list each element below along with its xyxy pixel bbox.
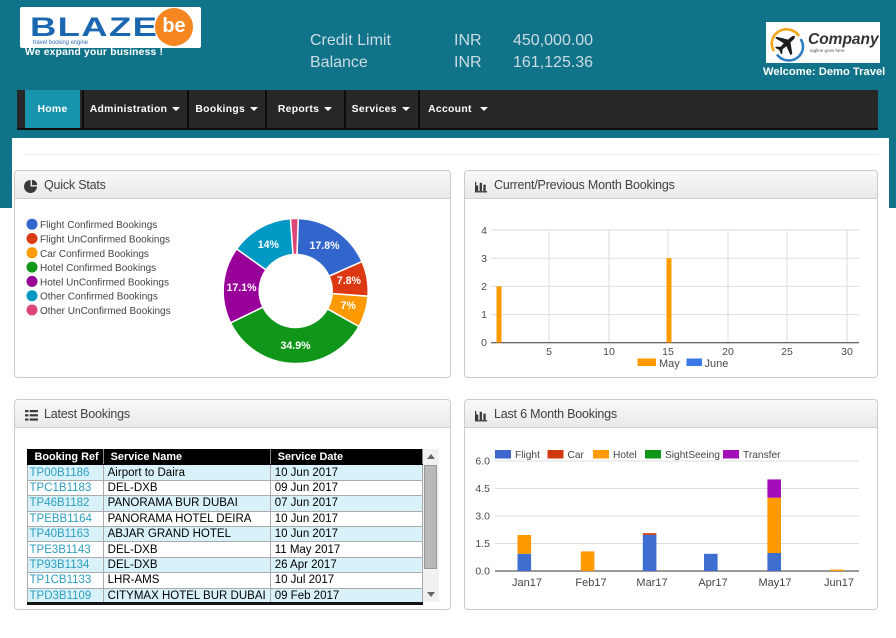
svg-text:Other Confirmed Bookings: Other Confirmed Bookings <box>40 292 158 303</box>
svg-text:20: 20 <box>722 346 734 358</box>
svg-text:1: 1 <box>481 309 487 321</box>
svg-text:0.0: 0.0 <box>475 566 490 578</box>
svg-text:Company: Company <box>808 31 880 48</box>
svg-text:tagline goes here: tagline goes here <box>810 48 845 53</box>
svg-text:17.8%: 17.8% <box>309 240 340 252</box>
svg-text:Flight UnConfirmed Bookings: Flight UnConfirmed Bookings <box>40 235 170 246</box>
svg-text:Hotel UnConfirmed Bookings: Hotel UnConfirmed Bookings <box>40 277 169 288</box>
svg-text:25: 25 <box>781 346 793 358</box>
svg-text:Hotel Confirmed Bookings: Hotel Confirmed Bookings <box>40 263 156 274</box>
svg-text:Feb17: Feb17 <box>575 577 606 589</box>
svg-text:2: 2 <box>481 281 487 293</box>
svg-text:Hotel: Hotel <box>613 450 637 461</box>
svg-text:Other UnConfirmed Bookings: Other UnConfirmed Bookings <box>40 306 171 317</box>
svg-text:5: 5 <box>546 346 552 358</box>
svg-text:May: May <box>659 358 680 370</box>
svg-text:May17: May17 <box>758 577 791 589</box>
svg-text:15: 15 <box>662 346 674 358</box>
svg-text:6.0: 6.0 <box>475 456 490 468</box>
svg-text:4: 4 <box>481 225 487 237</box>
svg-text:Apr17: Apr17 <box>698 577 727 589</box>
svg-text:Transfer: Transfer <box>743 450 781 461</box>
svg-text:3.0: 3.0 <box>475 511 490 523</box>
svg-text:30: 30 <box>841 346 853 358</box>
svg-text:Mar17: Mar17 <box>636 577 667 589</box>
svg-text:10: 10 <box>603 346 615 358</box>
svg-text:34.9%: 34.9% <box>280 340 311 352</box>
svg-text:4.5: 4.5 <box>475 483 490 495</box>
svg-text:1.5: 1.5 <box>475 538 490 550</box>
svg-text:7%: 7% <box>341 300 357 312</box>
svg-text:17.1%: 17.1% <box>226 282 257 294</box>
svg-text:Jun17: Jun17 <box>824 577 854 589</box>
svg-text:Jan17: Jan17 <box>512 577 542 589</box>
svg-text:Flight Confirmed Bookings: Flight Confirmed Bookings <box>40 220 157 231</box>
svg-text:3: 3 <box>481 253 487 265</box>
svg-text:0: 0 <box>481 337 487 349</box>
svg-text:14%: 14% <box>258 239 280 251</box>
svg-text:SightSeeing: SightSeeing <box>665 450 720 461</box>
svg-text:7.8%: 7.8% <box>337 275 362 287</box>
svg-text:Car Confirmed Bookings: Car Confirmed Bookings <box>40 249 149 260</box>
svg-text:Flight: Flight <box>515 450 540 461</box>
svg-text:Car: Car <box>568 450 585 461</box>
svg-text:June: June <box>705 358 729 370</box>
